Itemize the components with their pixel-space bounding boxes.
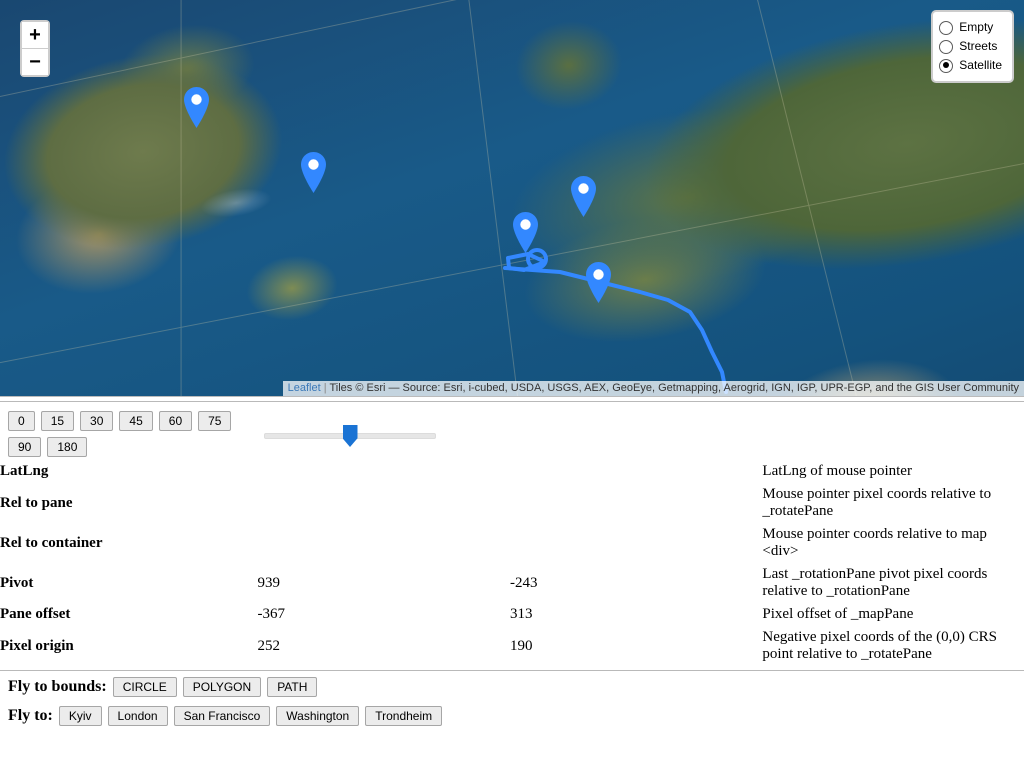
- table-row: Rel to container Mouse pointer coords rel…: [0, 523, 1024, 563]
- table-row: Pane offset-367313Pixel offset of _mapPa…: [0, 603, 1024, 626]
- fly-to-button-trondheim[interactable]: Trondheim: [365, 706, 442, 726]
- table-row-label: Rel to pane: [0, 483, 258, 523]
- layer-option-empty[interactable]: Empty: [939, 18, 1002, 37]
- rotation-slider[interactable]: [264, 433, 436, 439]
- layer-option-satellite[interactable]: Satellite: [939, 56, 1002, 75]
- table-row-value-x: 939: [258, 563, 510, 603]
- angle-button-0[interactable]: 0: [8, 411, 35, 431]
- layers-control[interactable]: Empty Streets Satellite: [931, 10, 1014, 83]
- table-row: Pivot939-243Last _rotationPane pivot pix…: [0, 563, 1024, 603]
- radio-icon-streets[interactable]: [939, 40, 953, 54]
- table-row-value-y: [510, 460, 762, 483]
- layer-option-streets-label: Streets: [959, 37, 997, 56]
- table-row-value-y: 313: [510, 603, 762, 626]
- zoom-control[interactable]: + −: [20, 20, 50, 77]
- fly-to-button-san-francisco[interactable]: San Francisco: [174, 706, 271, 726]
- table-row-description: Pixel offset of _mapPane: [762, 603, 1024, 626]
- table-row-description: Mouse pointer coords relative to map <di…: [762, 523, 1024, 563]
- map-marker-san-francisco[interactable]: [184, 87, 209, 128]
- table-row-value-x: [258, 523, 510, 563]
- layer-option-satellite-label: Satellite: [959, 56, 1002, 75]
- zoom-in-button[interactable]: +: [22, 22, 48, 49]
- fly-to-bounds-buttons: CIRCLE POLYGON PATH: [113, 678, 324, 695]
- fly-to-label: Fly to:: [8, 707, 53, 724]
- map-marker-trondheim[interactable]: [571, 176, 596, 217]
- fly-to-button-kyiv[interactable]: Kyiv: [59, 706, 102, 726]
- table-row-value-y: -243: [510, 563, 762, 603]
- angle-button-75[interactable]: 75: [198, 411, 231, 431]
- fly-to-bounds-label: Fly to bounds:: [8, 678, 107, 695]
- table-row-value-x: [258, 483, 510, 523]
- fly-to-bounds-button-path[interactable]: PATH: [267, 677, 317, 697]
- table-row-description: Last _rotationPane pivot pixel coords re…: [762, 563, 1024, 603]
- fly-to-bounds-row: Fly to bounds: CIRCLE POLYGON PATH: [0, 677, 1024, 700]
- map-marker-washington[interactable]: [301, 152, 326, 193]
- angle-button-180[interactable]: 180: [47, 437, 87, 457]
- table-row-description: Mouse pointer pixel coords relative to _…: [762, 483, 1024, 523]
- angle-button-90[interactable]: 90: [8, 437, 41, 457]
- map-graticule: [0, 0, 1024, 397]
- divider-below-map: [0, 401, 1024, 402]
- map-marker-london[interactable]: [513, 212, 538, 253]
- divider-below-table: [0, 670, 1024, 671]
- table-row-value-x: [258, 460, 510, 483]
- angle-button-30[interactable]: 30: [80, 411, 113, 431]
- table-row: Pixel origin252190Negative pixel coords …: [0, 626, 1024, 666]
- table-row-value-y: [510, 483, 762, 523]
- table-row: LatLng LatLng of mouse pointer: [0, 460, 1024, 483]
- map-container[interactable]: + − Empty Streets Satellite Leaflet | Ti…: [0, 0, 1024, 397]
- radio-icon-empty[interactable]: [939, 21, 953, 35]
- angle-button-15[interactable]: 15: [41, 411, 74, 431]
- map-marker-kyiv[interactable]: [586, 262, 611, 303]
- zoom-out-button[interactable]: −: [22, 49, 48, 75]
- attribution-text: Tiles © Esri — Source: Esri, i-cubed, US…: [329, 382, 1019, 394]
- fly-to-bounds-button-polygon[interactable]: POLYGON: [183, 677, 261, 697]
- table-row-value-x: 252: [258, 626, 510, 666]
- angle-button-60[interactable]: 60: [159, 411, 192, 431]
- map-rotate-pane: [0, 0, 1024, 397]
- table-row: Rel to pane Mouse pointer pixel coords re…: [0, 483, 1024, 523]
- map-attribution: Leaflet | Tiles © Esri — Source: Esri, i…: [283, 381, 1024, 396]
- angle-buttons-group: 0 15 30 45 60 75 90 180: [8, 408, 258, 460]
- layer-option-empty-label: Empty: [959, 18, 993, 37]
- table-row-value-y: 190: [510, 626, 762, 666]
- table-row-description: LatLng of mouse pointer: [762, 460, 1024, 483]
- table-row-label: LatLng: [0, 460, 258, 483]
- table-row-label: Pixel origin: [0, 626, 258, 666]
- fly-to-button-washington[interactable]: Washington: [276, 706, 359, 726]
- rotation-controls-row: 0 15 30 45 60 75 90 180: [0, 408, 1024, 460]
- leaflet-link[interactable]: Leaflet: [288, 382, 321, 394]
- rotation-slider-wrap: [262, 422, 438, 448]
- attribution-separator: |: [324, 382, 327, 394]
- table-row-label: Pane offset: [0, 603, 258, 626]
- fly-to-row: Fly to: Kyiv London San FranciscoWashington…: [0, 706, 1024, 729]
- fly-to-bounds-button-circle[interactable]: CIRCLE: [113, 677, 177, 697]
- table-row-description: Negative pixel coords of the (0,0) CRS p…: [762, 626, 1024, 666]
- table-row-label: Rel to container: [0, 523, 258, 563]
- fly-to-buttons: Kyiv London San FranciscoWashington Trondhe…: [59, 707, 448, 724]
- table-row-value-y: [510, 523, 762, 563]
- radio-icon-satellite[interactable]: [939, 59, 953, 73]
- fly-to-button-london[interactable]: London: [108, 706, 168, 726]
- angle-button-45[interactable]: 45: [119, 411, 152, 431]
- map-state-table: LatLngLatLng of mouse pointerRel to pane…: [0, 460, 1024, 666]
- table-row-label: Pivot: [0, 563, 258, 603]
- table-row-value-x: -367: [258, 603, 510, 626]
- layer-option-streets[interactable]: Streets: [939, 37, 1002, 56]
